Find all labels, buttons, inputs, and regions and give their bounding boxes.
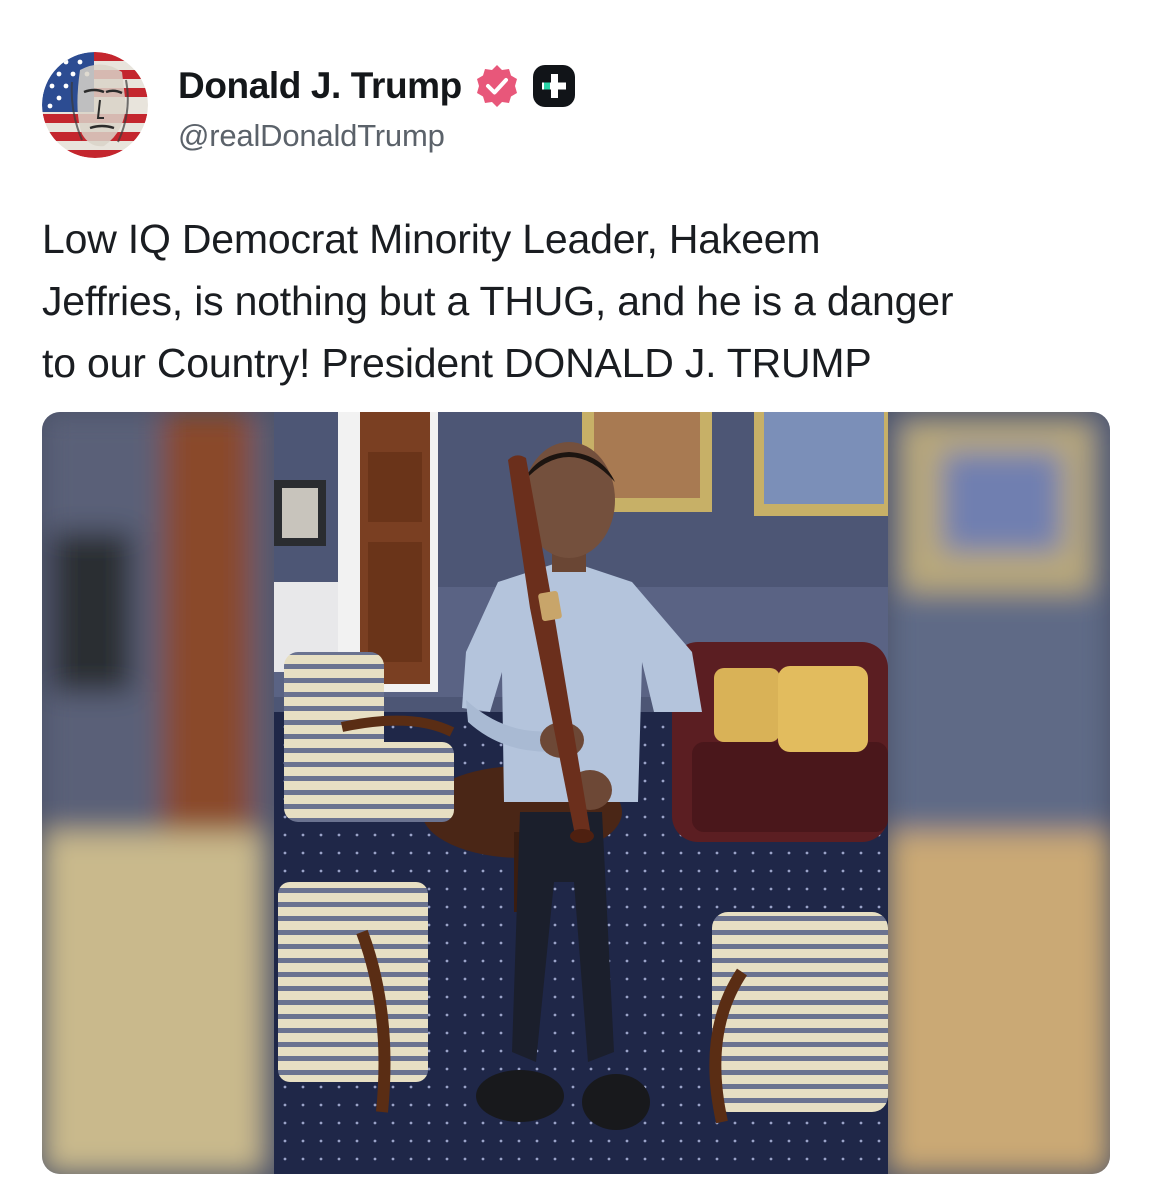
post-media-photo[interactable] xyxy=(42,412,1110,1174)
post-text: Low IQ Democrat Minority Leader, Hakeem … xyxy=(42,216,954,386)
author-display-name[interactable]: Donald J. Trump xyxy=(178,65,462,107)
post-card: Donald J. Trump @realDonaldTrump Low IQ … xyxy=(0,0,1152,1200)
author-name-row: Donald J. Trump xyxy=(178,62,576,110)
plus-badge-icon[interactable] xyxy=(532,64,576,108)
author-handle[interactable]: @realDonaldTrump xyxy=(178,118,445,154)
flag-portrait-avatar-icon xyxy=(42,52,148,158)
author-avatar[interactable] xyxy=(42,52,148,158)
photo-man-holding-baseball-bat-icon xyxy=(42,412,1110,1174)
verified-badge-icon xyxy=(476,65,517,107)
